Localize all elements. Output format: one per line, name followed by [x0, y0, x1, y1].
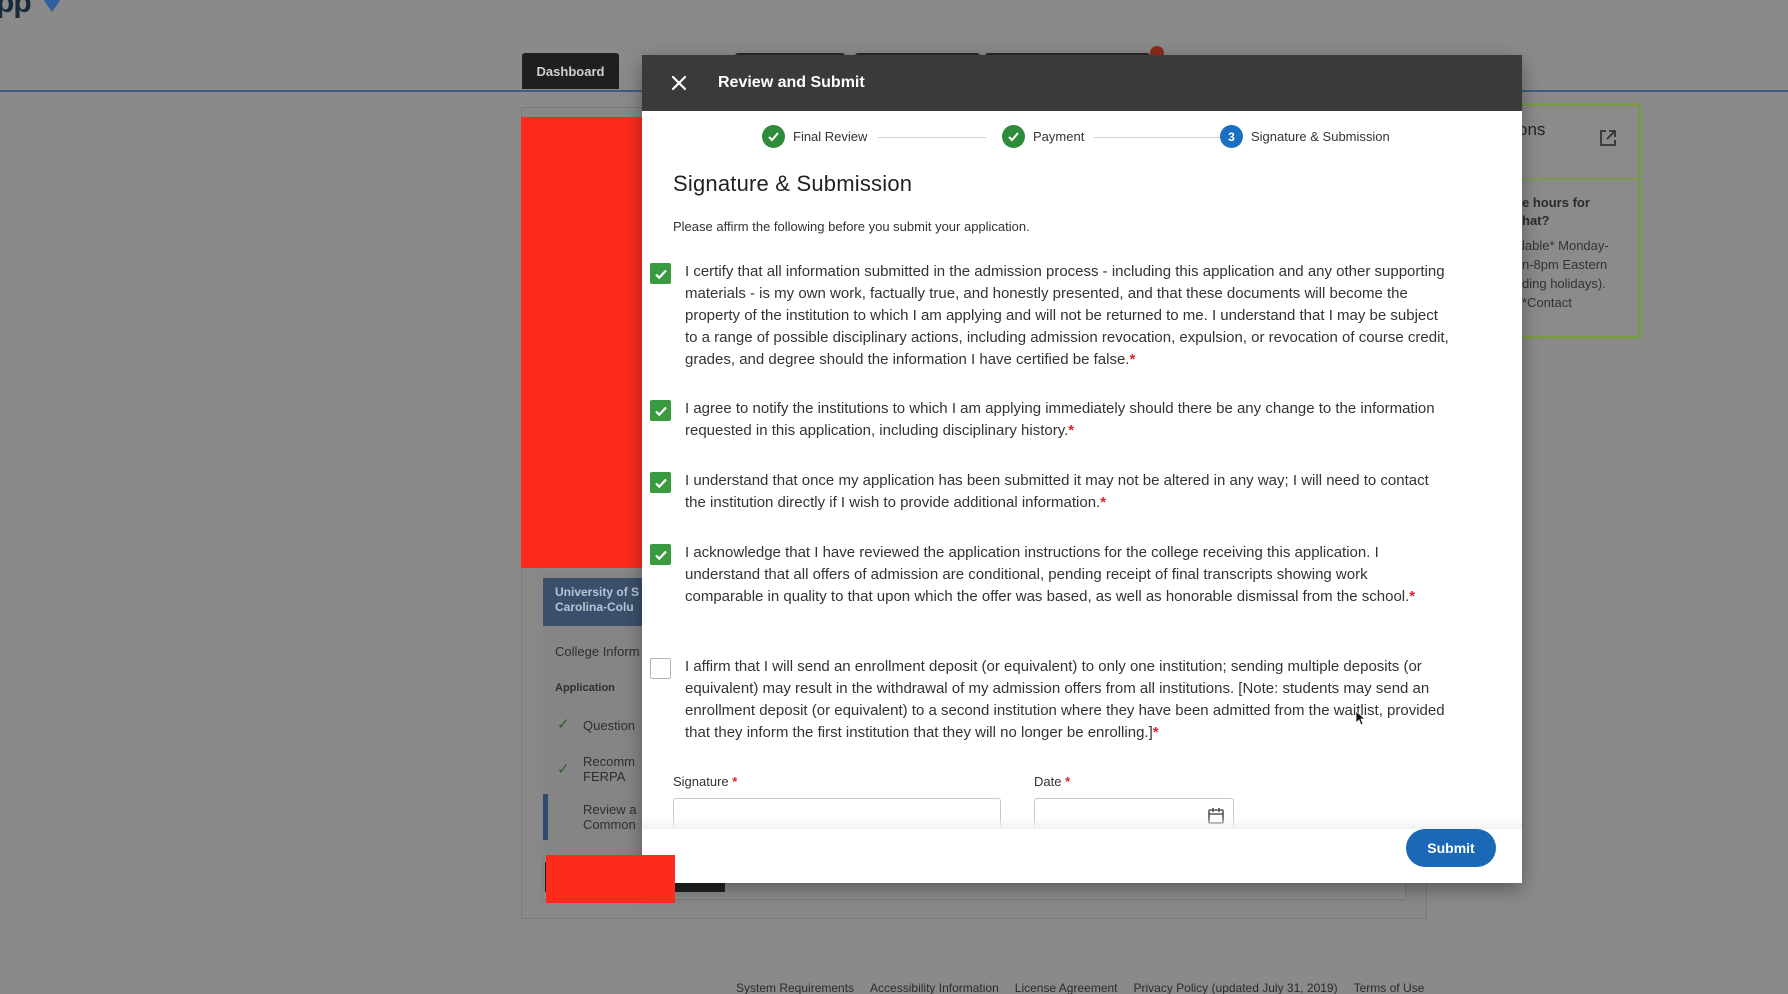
- step-label: Signature & Submission: [1251, 129, 1390, 144]
- footer-link-system-requirements[interactable]: System Requirements: [736, 981, 854, 994]
- checkmark-icon: [654, 478, 667, 488]
- required-marker: *: [1152, 724, 1159, 741]
- required-marker: *: [1409, 588, 1416, 605]
- sidebar-item-questions[interactable]: Question: [583, 718, 635, 733]
- intro-text: Please affirm the following before you s…: [673, 219, 1030, 234]
- check-circle-icon: [762, 125, 785, 148]
- scroll-fade: [642, 817, 1522, 829]
- step-final-review[interactable]: Final Review: [762, 125, 867, 148]
- app-logo: pp: [0, 0, 32, 19]
- redaction-block: [521, 117, 650, 568]
- affirmation-text: I affirm that I will send an enrollment …: [685, 658, 1445, 741]
- checkmark-icon: [654, 406, 667, 416]
- checkmark-icon: [654, 269, 667, 279]
- sidebar-item-recommenders[interactable]: Recomm FERPA: [583, 754, 635, 784]
- step-signature-submission[interactable]: 3 Signature & Submission: [1220, 125, 1390, 148]
- footer-link-terms[interactable]: Terms of Use: [1354, 981, 1425, 994]
- step-payment[interactable]: Payment: [1002, 125, 1084, 148]
- sidebar-college-header[interactable]: University of S Carolina-Colu: [543, 578, 643, 626]
- help-question: e hours for hat?: [1522, 195, 1590, 228]
- check-icon: ✓: [557, 761, 570, 778]
- check-circle-icon: [1002, 125, 1025, 148]
- affirmation-text: I acknowledge that I have reviewed the a…: [685, 544, 1416, 605]
- external-link-icon[interactable]: [1598, 128, 1618, 148]
- affirmation-checkbox[interactable]: [650, 472, 671, 493]
- step-connector: [1094, 137, 1234, 138]
- help-title: ons: [1518, 120, 1546, 139]
- application-sidebar: University of S Carolina-Colu College In…: [543, 572, 725, 892]
- review-submit-modal: Review and Submit Final Review Payment 3…: [642, 55, 1522, 883]
- logo-mark-icon: [38, 0, 66, 12]
- step-connector: [878, 137, 986, 138]
- tab-dashboard[interactable]: Dashboard: [522, 53, 619, 89]
- modal-title: Review and Submit: [718, 74, 865, 91]
- progress-stepper: Final Review Payment 3 Signature & Submi…: [642, 125, 1522, 157]
- affirmation-3: I understand that once my application ha…: [650, 470, 1450, 514]
- footer-link-license[interactable]: License Agreement: [1015, 981, 1118, 994]
- date-label: Date *: [1034, 774, 1071, 789]
- section-title: Signature & Submission: [673, 171, 913, 196]
- close-button[interactable]: [666, 70, 692, 96]
- footer-link-privacy[interactable]: Privacy Policy (updated July 31, 2019): [1134, 981, 1338, 994]
- required-marker: *: [1100, 494, 1107, 511]
- sidebar-heading-application: Application: [555, 682, 615, 694]
- sidebar-item-college-info[interactable]: College Inform: [555, 644, 640, 659]
- modal-content: Signature & Submission Please affirm the…: [673, 171, 1493, 234]
- required-marker: *: [1129, 351, 1136, 368]
- affirmation-text: I understand that once my application ha…: [685, 472, 1429, 511]
- affirmation-4: I acknowledge that I have reviewed the a…: [650, 542, 1450, 608]
- checkmark-icon: [654, 550, 667, 560]
- affirmation-5: I affirm that I will send an enrollment …: [650, 656, 1450, 744]
- affirmation-checkbox[interactable]: [650, 658, 671, 679]
- footer-link-accessibility[interactable]: Accessibility Information: [870, 981, 999, 994]
- redaction-block: [546, 855, 675, 903]
- step-number: 3: [1220, 125, 1243, 148]
- sidebar-active-indicator: [543, 794, 548, 840]
- affirmation-checkbox[interactable]: [650, 400, 671, 421]
- submit-button[interactable]: Submit: [1406, 829, 1496, 867]
- step-label: Final Review: [793, 129, 868, 144]
- affirmation-text: I certify that all information submitted…: [685, 263, 1449, 368]
- signature-label: Signature *: [673, 774, 738, 789]
- mouse-cursor-icon: [1355, 710, 1365, 726]
- close-icon: [671, 75, 687, 91]
- required-marker: *: [1068, 422, 1075, 439]
- footer-links: System Requirements Accessibility Inform…: [736, 981, 1424, 994]
- affirmation-checkbox[interactable]: [650, 263, 671, 284]
- affirmation-text: I agree to notify the institutions to wh…: [685, 400, 1435, 439]
- check-icon: ✓: [557, 716, 570, 733]
- step-label: Payment: [1033, 129, 1085, 144]
- modal-header: Review and Submit: [642, 55, 1522, 111]
- help-answer: lable* Monday- n-8pm Eastern ding holida…: [1522, 238, 1609, 310]
- sidebar-item-review[interactable]: Review a Common: [583, 802, 636, 832]
- affirmation-2: I agree to notify the institutions to wh…: [650, 398, 1450, 442]
- affirmation-1: I certify that all information submitted…: [650, 261, 1450, 371]
- affirmation-checkbox[interactable]: [650, 544, 671, 565]
